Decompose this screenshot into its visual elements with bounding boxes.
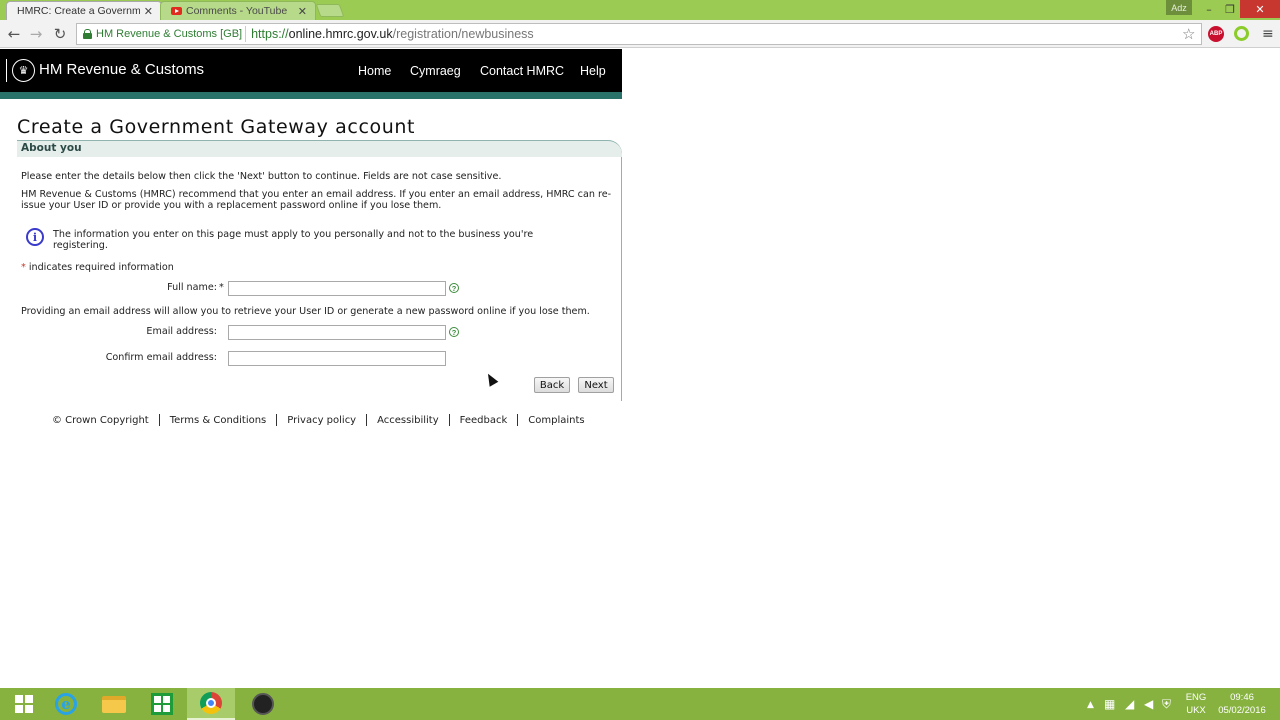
footer-feedback[interactable]: Feedback bbox=[460, 415, 508, 426]
volume-icon[interactable]: ◀ bbox=[1144, 697, 1153, 711]
footer-terms[interactable]: Terms & Conditions bbox=[170, 415, 267, 426]
file-explorer-icon bbox=[102, 695, 126, 713]
required-note: * indicates required information bbox=[21, 262, 174, 273]
start-button[interactable] bbox=[0, 688, 48, 720]
ev-badge-label: HM Revenue & Customs [GB] bbox=[96, 28, 243, 40]
new-tab-button[interactable] bbox=[315, 4, 345, 17]
email-help-icon[interactable]: ? bbox=[449, 327, 459, 337]
close-window-button[interactable]: ✕ bbox=[1240, 0, 1280, 18]
email-input[interactable] bbox=[228, 325, 446, 340]
taskbar-chrome[interactable] bbox=[187, 688, 235, 720]
footer-separator bbox=[158, 414, 160, 426]
nav-home[interactable]: Home bbox=[358, 64, 391, 78]
next-button[interactable]: Next bbox=[578, 377, 614, 393]
info-text-line-2: registering. bbox=[53, 240, 108, 251]
footer-privacy[interactable]: Privacy policy bbox=[287, 415, 356, 426]
url-path: /registration/newbusiness bbox=[392, 27, 534, 41]
page-title: Create a Government Gateway account bbox=[17, 116, 416, 138]
language-indicator[interactable]: ENG UKX bbox=[1182, 691, 1210, 717]
internet-explorer-icon: e bbox=[55, 693, 77, 715]
nav-cymraeg[interactable]: Cymraeg bbox=[410, 64, 461, 78]
header-stripe bbox=[0, 92, 622, 99]
info-icon: i bbox=[26, 228, 44, 246]
logo-divider bbox=[6, 59, 7, 82]
section-header: About you bbox=[17, 140, 622, 157]
language-code: ENG bbox=[1185, 692, 1207, 703]
footer-separator bbox=[517, 414, 519, 426]
hmrc-brand[interactable]: HM Revenue & Customs bbox=[39, 61, 204, 78]
tab-hmrc[interactable]: HMRC: Create a Governm ✕ bbox=[6, 1, 162, 20]
taskbar-explorer[interactable] bbox=[90, 688, 138, 720]
taskbar-obs[interactable] bbox=[239, 688, 287, 720]
footer-complaints[interactable]: Complaints bbox=[528, 415, 584, 426]
full-name-input[interactable] bbox=[228, 281, 446, 296]
profile-badge[interactable]: Adz bbox=[1166, 0, 1192, 15]
url-text: https://online.hmrc.gov.uk/registration/… bbox=[251, 27, 534, 41]
adblock-plus-icon[interactable]: ABP bbox=[1208, 26, 1224, 42]
full-name-required-asterisk: * bbox=[219, 282, 224, 293]
tab-close-icon[interactable]: ✕ bbox=[144, 5, 153, 18]
chrome-icon bbox=[200, 692, 222, 714]
info-text-line-1: The information you enter on this page m… bbox=[53, 229, 534, 240]
nav-help[interactable]: Help bbox=[580, 64, 606, 78]
tray-chevron-icon[interactable]: ▲ bbox=[1087, 700, 1094, 710]
windows-logo-icon bbox=[15, 695, 33, 713]
ev-certificate-badge[interactable]: HM Revenue & Customs [GB] bbox=[80, 26, 247, 42]
back-arrow-icon[interactable]: ← bbox=[5, 25, 23, 43]
clock[interactable]: 09:46 05/02/2016 bbox=[1212, 691, 1272, 717]
footer-separator bbox=[276, 414, 278, 426]
footer-accessibility[interactable]: Accessibility bbox=[377, 415, 439, 426]
footer-links: © Crown Copyright Terms & Conditions Pri… bbox=[52, 414, 585, 426]
email-recommendation-line-1: HM Revenue & Customs (HMRC) recommend th… bbox=[21, 189, 612, 200]
chrome-menu-icon[interactable]: ≡ bbox=[1262, 26, 1274, 42]
email-note: Providing an email address will allow yo… bbox=[21, 306, 590, 317]
url-scheme: https:// bbox=[251, 27, 289, 41]
footer-separator bbox=[366, 414, 368, 426]
footer-separator bbox=[448, 414, 450, 426]
crown-crest-icon: ♛ bbox=[12, 59, 35, 82]
footer-copyright[interactable]: © Crown Copyright bbox=[52, 415, 149, 426]
email-recommendation-line-2: issue your User ID or provide you with a… bbox=[21, 200, 442, 211]
address-bar[interactable]: HM Revenue & Customs [GB] https://online… bbox=[76, 23, 1202, 45]
taskbar-ie[interactable]: e bbox=[42, 688, 90, 720]
youtube-icon bbox=[171, 7, 182, 15]
bookmark-star-icon[interactable]: ☆ bbox=[1182, 25, 1195, 43]
action-center-icon[interactable]: ▦ bbox=[1104, 697, 1115, 711]
email-label: Email address: bbox=[146, 326, 217, 337]
clock-date: 05/02/2016 bbox=[1218, 705, 1266, 716]
confirm-email-label: Confirm email address: bbox=[105, 352, 217, 363]
reload-icon[interactable]: ↻ bbox=[51, 25, 69, 43]
tab-title: Comments - YouTube bbox=[186, 5, 288, 17]
obs-icon bbox=[252, 693, 274, 715]
tab-youtube[interactable]: Comments - YouTube ✕ bbox=[160, 1, 316, 20]
confirm-email-input[interactable] bbox=[228, 351, 446, 366]
store-icon bbox=[151, 693, 173, 715]
clock-time: 09:46 bbox=[1230, 692, 1254, 703]
full-name-label: Full name: bbox=[167, 282, 217, 293]
maximize-button[interactable]: ❐ bbox=[1219, 0, 1241, 18]
tab-title: HMRC: Create a Governm bbox=[17, 5, 140, 17]
extension-icon[interactable] bbox=[1234, 26, 1249, 41]
tab-close-icon[interactable]: ✕ bbox=[298, 5, 307, 18]
keyboard-layout: UKX bbox=[1186, 705, 1206, 716]
taskbar-store[interactable] bbox=[138, 688, 186, 720]
minimize-button[interactable]: – bbox=[1198, 0, 1220, 18]
intro-text: Please enter the details below then clic… bbox=[21, 171, 502, 182]
section-title: About you bbox=[21, 142, 82, 154]
full-name-help-icon[interactable]: ? bbox=[449, 283, 459, 293]
forward-arrow-icon[interactable]: → bbox=[27, 25, 45, 43]
required-note-text: indicates required information bbox=[25, 262, 174, 273]
security-icon[interactable]: ⛨ bbox=[1162, 697, 1171, 712]
nav-contact[interactable]: Contact HMRC bbox=[480, 64, 564, 78]
url-host: online.hmrc.gov.uk bbox=[288, 27, 393, 41]
lock-icon bbox=[83, 29, 92, 39]
browser-toolbar: ← → ↻ HM Revenue & Customs [GB] https://… bbox=[0, 20, 1280, 48]
back-button[interactable]: Back bbox=[534, 377, 570, 393]
network-icon[interactable]: ◢ bbox=[1125, 697, 1134, 711]
